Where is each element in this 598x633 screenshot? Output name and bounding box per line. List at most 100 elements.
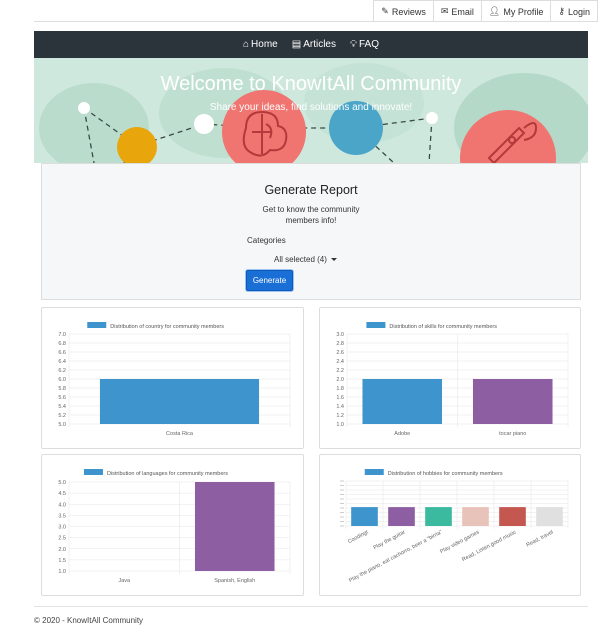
lightbulb-icon: 💡︎ xyxy=(349,39,357,50)
y-tick-label: 6.0 xyxy=(58,377,66,383)
bar xyxy=(499,507,526,526)
y-tick-label: 5.4 xyxy=(58,404,66,410)
envelope-icon: ✉ xyxy=(440,6,449,16)
nav-faq-label: FAQ xyxy=(358,39,379,50)
report-title: Generate Report xyxy=(264,183,358,197)
chart-card-skills: Distribution of skills for community mem… xyxy=(319,307,581,449)
categories-label: Categories xyxy=(247,236,286,245)
legend-label: Distribution of skills for community mem… xyxy=(389,324,497,330)
languages-chart: Distribution of languages for community … xyxy=(58,469,291,584)
y-tick-label: 3.0 xyxy=(58,525,66,531)
y-tick-label: 6.4 xyxy=(58,359,66,365)
y-tick-label: 1.0 xyxy=(58,569,66,575)
utility-nav: ✎ Reviews ✉ Email 👤︎ My Profile ⚷ Login xyxy=(373,0,598,22)
y-tick-label: 7.0 xyxy=(58,332,66,338)
y-tick-label: 4.0 xyxy=(58,502,66,508)
chevron-down-icon xyxy=(330,258,337,261)
y-tick-label: 5.6 xyxy=(58,395,66,401)
y-tick-label: 6.6 xyxy=(58,350,66,356)
nav-home-label: Home xyxy=(251,39,278,50)
hero-subtitle: Share your ideas, find solutions and inn… xyxy=(209,102,413,113)
user-icon: 👤︎ xyxy=(488,6,501,16)
y-tick-label: 2.0 xyxy=(336,377,344,383)
pencil-icon: ✎ xyxy=(381,6,389,16)
legend-swatch xyxy=(87,322,107,328)
x-tick-label: Coodingt xyxy=(347,529,370,545)
y-tick-label: 1.0 xyxy=(336,422,344,428)
report-subtitle: Get to know the community members info! xyxy=(262,205,360,225)
y-tick-label: 1.8 xyxy=(336,386,344,392)
y-tick-label: 2.8 xyxy=(336,341,344,347)
bar xyxy=(425,507,452,526)
y-tick-label: 5.0 xyxy=(58,422,66,428)
y-tick-label: 2.4 xyxy=(336,359,344,365)
y-tick-label: 6.2 xyxy=(58,368,66,374)
x-tick-label: Spanish, English xyxy=(214,578,255,584)
bar xyxy=(388,507,415,526)
footer-divider xyxy=(34,606,588,607)
y-tick-label: 1.4 xyxy=(336,404,344,410)
bar xyxy=(462,507,489,526)
divider xyxy=(34,21,598,22)
categories-select[interactable]: All selected (4) xyxy=(274,255,337,264)
bar xyxy=(472,379,553,424)
country-chart: Distribution of country for community me… xyxy=(58,322,291,437)
bar xyxy=(536,507,563,526)
home-icon: ⌂ xyxy=(243,39,250,50)
login-label: Login xyxy=(567,6,590,17)
y-tick-label: 2.0 xyxy=(58,547,66,553)
y-tick-label: 3.0 xyxy=(336,332,344,338)
legend-label: Distribution of languages for community … xyxy=(107,471,228,477)
nav-articles-label: Articles xyxy=(303,39,336,50)
x-tick-label: Costa Rica xyxy=(166,431,194,437)
my-profile-label: My Profile xyxy=(503,6,544,17)
bar xyxy=(194,482,275,571)
y-tick-label: 5.0 xyxy=(58,480,66,486)
bar xyxy=(351,507,378,526)
email-label: Email xyxy=(451,6,474,17)
login-link[interactable]: ⚷ Login xyxy=(550,0,598,22)
main-nav: ⌂ Home ▤ Articles 💡︎ FAQ xyxy=(34,31,588,58)
x-tick-label: Java xyxy=(118,578,131,584)
chart-card-languages: Distribution of languages for community … xyxy=(41,454,304,596)
chart-card-country: Distribution of country for community me… xyxy=(41,307,304,449)
bar xyxy=(362,379,443,424)
legend-swatch xyxy=(366,322,386,328)
y-tick-label: 6.8 xyxy=(58,341,66,347)
y-tick-label: 5.2 xyxy=(58,413,66,419)
nav-home[interactable]: ⌂ Home xyxy=(243,39,278,50)
key-icon: ⚷ xyxy=(558,6,565,16)
y-tick-label: 1.6 xyxy=(336,395,344,401)
y-tick-label: 5.8 xyxy=(58,386,66,392)
hero-title: Welcome to KnowItAll Community xyxy=(160,73,462,95)
legend-label: Distribution of country for community me… xyxy=(110,324,224,330)
generate-button[interactable]: Generate xyxy=(246,270,293,291)
nav-articles[interactable]: ▤ Articles xyxy=(292,39,336,50)
y-tick-label: 1.2 xyxy=(336,413,344,419)
y-tick-label: 4.5 xyxy=(58,491,66,497)
legend-swatch xyxy=(83,469,103,475)
email-link[interactable]: ✉ Email xyxy=(432,0,482,22)
hero-banner: Welcome to KnowItAll Community Share you… xyxy=(34,58,588,163)
skills-chart: Distribution of skills for community mem… xyxy=(336,322,569,437)
legend-label: Distribution of hobbies for community me… xyxy=(388,471,503,477)
my-profile-link[interactable]: 👤︎ My Profile xyxy=(480,0,552,22)
generate-report-panel: Generate Report Get to know the communit… xyxy=(41,163,581,300)
y-tick-label: 3.5 xyxy=(58,513,66,519)
chart-card-hobbies: Distribution of hobbies for community me… xyxy=(319,454,581,596)
footer-text: © 2020 - KnowItAll Community xyxy=(34,616,144,625)
y-tick-label: 2.6 xyxy=(336,350,344,356)
bar xyxy=(99,379,260,424)
y-tick-label: 2.2 xyxy=(336,368,344,374)
categories-select-value: All selected (4) xyxy=(274,255,327,264)
nav-faq[interactable]: 💡︎ FAQ xyxy=(350,39,379,50)
reviews-label: Reviews xyxy=(391,6,426,17)
x-tick-label: Read, travel xyxy=(525,529,554,548)
y-tick-label: 1.5 xyxy=(58,558,66,564)
hobbies-chart: Distribution of hobbies for community me… xyxy=(340,469,569,584)
x-tick-label: Play the guitar xyxy=(373,529,407,551)
y-tick-label: 2.5 xyxy=(58,536,66,542)
document-icon: ▤ xyxy=(291,39,302,50)
x-tick-label: tocar piano xyxy=(499,431,526,437)
reviews-link[interactable]: ✎ Reviews xyxy=(373,0,434,22)
